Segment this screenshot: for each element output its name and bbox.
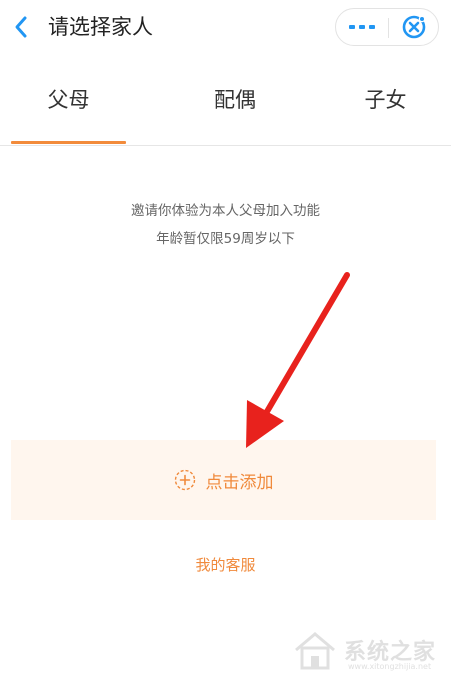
- close-circle-icon: [402, 15, 426, 39]
- watermark-logo: 系统之家 www.xitongzhijia.net: [290, 628, 448, 674]
- plus-circle-icon: [174, 469, 196, 491]
- tab-parents[interactable]: 父母: [0, 56, 137, 142]
- header-bar: 请选择家人: [0, 0, 451, 56]
- chevron-left-icon: [15, 16, 27, 38]
- more-button[interactable]: [336, 9, 388, 45]
- close-button[interactable]: [389, 9, 439, 45]
- page-title: 请选择家人: [48, 15, 153, 39]
- add-family-label: 点击添加: [205, 472, 274, 493]
- info-line-age-limit: 年龄暂仅限59周岁以下: [156, 231, 295, 247]
- mini-program-capsule: [335, 8, 439, 46]
- add-family-button[interactable]: 点击添加: [11, 440, 436, 520]
- tab-children[interactable]: 子女: [320, 56, 451, 142]
- back-button[interactable]: [8, 12, 34, 42]
- relation-tabs: 父母 配偶 子女: [0, 56, 451, 146]
- info-text: 邀请你体验为本人父母加入功能 年龄暂仅限59周岁以下: [0, 200, 451, 256]
- tab-spouse[interactable]: 配偶: [150, 56, 320, 142]
- more-dots-icon: [349, 25, 375, 29]
- active-tab-indicator: [11, 141, 126, 144]
- customer-service-link[interactable]: 我的客服: [0, 554, 451, 575]
- house-logo-icon: [295, 632, 335, 670]
- watermark-url: www.xitongzhijia.net: [348, 662, 432, 671]
- page: 请选择家人 父母 配偶 子女 邀请你体验为本人父母加入功能 年龄暂仅限59周岁以…: [0, 0, 451, 679]
- info-line-invite: 邀请你体验为本人父母加入功能: [131, 203, 320, 219]
